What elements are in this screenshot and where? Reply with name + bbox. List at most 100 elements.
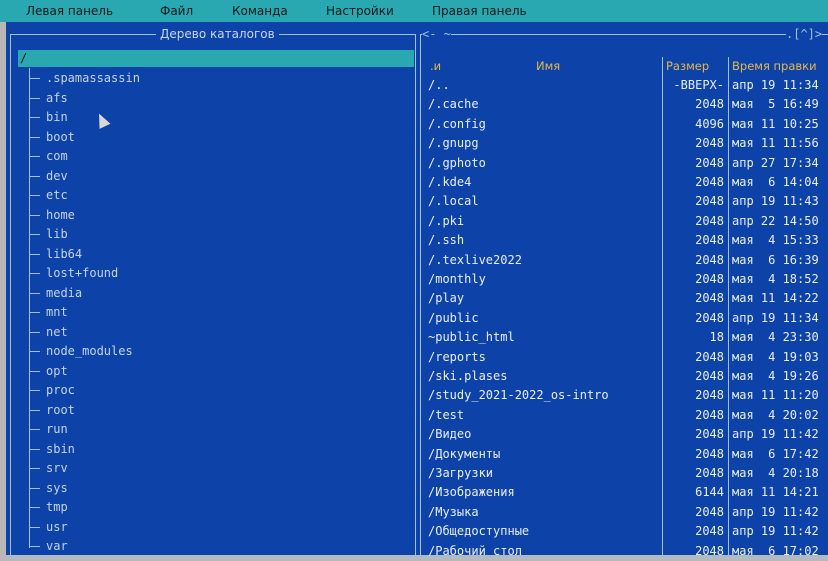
tree-item-label: dev bbox=[46, 168, 68, 183]
file-row[interactable]: /.gnupg 2048 мая 11 11:56 bbox=[428, 134, 824, 153]
tree-branch-line bbox=[29, 312, 40, 313]
tree-branch-line bbox=[29, 214, 40, 216]
tree-item[interactable]: media bbox=[29, 284, 82, 302]
tree-item[interactable]: proc bbox=[29, 381, 75, 399]
file-row[interactable]: /study_2021-2022_os-intro 2048 мая 11 11:2… bbox=[428, 386, 824, 405]
file-size: 2048 bbox=[695, 407, 724, 422]
file-row[interactable]: /.kde4 2048 мая 6 14:04 bbox=[428, 173, 824, 192]
tree-item[interactable]: dev bbox=[29, 167, 68, 185]
tree-item[interactable]: net bbox=[29, 323, 68, 341]
tree-item-label: tmp bbox=[46, 500, 68, 514]
menu-command[interactable]: Команда bbox=[232, 3, 288, 19]
tree-item[interactable]: lost+found bbox=[29, 264, 118, 282]
file-row[interactable]: /.local 2048 апр 19 11:43 bbox=[428, 192, 824, 211]
midnight-commander-window: Левая панель Файл Команда Настройки Прав… bbox=[0, 0, 828, 558]
file-size: 2048 bbox=[695, 504, 724, 519]
file-name: /Изображения bbox=[428, 485, 515, 500]
file-row[interactable]: /Общедоступные 2048 апр 19 11:42 bbox=[428, 522, 824, 541]
tree-item[interactable]: com bbox=[29, 147, 68, 165]
file-date: апр 19 11:42 bbox=[732, 524, 819, 539]
file-row[interactable]: /monthly 2048 мая 4 18:52 bbox=[428, 270, 824, 289]
tree-item[interactable]: lib64 bbox=[29, 245, 82, 263]
file-size: 2048 bbox=[695, 213, 724, 228]
tree-item-label: afs bbox=[46, 90, 68, 105]
tree-item[interactable]: sbin bbox=[29, 440, 75, 458]
tree-item[interactable]: var bbox=[29, 537, 68, 555]
tree-branch-line bbox=[29, 351, 40, 352]
file-row[interactable]: /.pki 2048 апр 22 14:50 bbox=[428, 212, 824, 231]
file-name: /.. bbox=[428, 78, 450, 92]
tree-item[interactable]: tmp bbox=[29, 498, 68, 516]
tree-item[interactable]: sys bbox=[29, 479, 68, 497]
file-row[interactable]: /ski.plases 2048 мая 4 19:26 bbox=[428, 367, 824, 386]
menu-right-panel[interactable]: Правая панель bbox=[432, 3, 527, 19]
tree-item-label: home bbox=[46, 207, 75, 222]
column-header-time[interactable]: Время правки bbox=[732, 57, 817, 75]
tree-branch-line bbox=[29, 468, 40, 469]
tree-item[interactable]: afs bbox=[29, 89, 68, 107]
file-name: /Документы bbox=[428, 446, 501, 461]
file-size: 2048 bbox=[695, 427, 724, 442]
file-row[interactable]: /.texlive2022 2048 мая 6 16:39 bbox=[428, 251, 824, 270]
file-row[interactable]: /Видео 2048 апр 19 11:42 bbox=[428, 425, 824, 444]
tree-item[interactable]: srv bbox=[29, 459, 68, 477]
tree-item[interactable]: run bbox=[29, 420, 68, 438]
file-row[interactable]: /test 2048 мая 4 20:02 bbox=[428, 406, 824, 425]
file-date: мая 11 11:56 bbox=[732, 136, 819, 151]
file-name: /monthly bbox=[428, 272, 486, 286]
menu-left-panel[interactable]: Левая панель bbox=[26, 3, 113, 19]
menu-settings[interactable]: Настройки bbox=[326, 3, 394, 19]
file-name: /.local bbox=[428, 194, 479, 209]
tree-item-label: proc bbox=[46, 383, 75, 397]
file-name: /Общедоступные bbox=[428, 524, 530, 539]
file-row[interactable]: /Изображения 6144 мая 11 14:21 bbox=[428, 483, 824, 502]
file-date: мая 4 15:33 bbox=[732, 233, 819, 248]
file-size: 2048 bbox=[695, 136, 724, 151]
file-date: апр 19 11:42 bbox=[732, 504, 819, 519]
menu-file[interactable]: Файл bbox=[160, 3, 193, 19]
tree-item[interactable]: etc bbox=[29, 186, 68, 204]
file-row[interactable]: /.cache 2048 мая 5 16:49 bbox=[428, 95, 824, 114]
file-date: мая 6 14:04 bbox=[732, 175, 819, 189]
file-date: мая 11 11:20 bbox=[732, 388, 819, 403]
tree-item[interactable]: home bbox=[29, 206, 75, 224]
file-row[interactable]: /public 2048 апр 19 11:34 bbox=[428, 309, 824, 328]
tree-item-label: lost+found bbox=[46, 266, 119, 280]
file-size: 2048 bbox=[695, 446, 724, 461]
file-row[interactable]: /reports 2048 мая 4 19:03 bbox=[428, 348, 824, 367]
tree-root-selected[interactable]: / bbox=[18, 50, 414, 67]
file-row[interactable]: /Музыка 2048 апр 19 11:42 bbox=[428, 503, 824, 522]
file-row[interactable]: /Документы 2048 мая 6 17:42 bbox=[428, 445, 824, 464]
tree-item[interactable]: lib bbox=[29, 225, 68, 243]
tree-item[interactable]: .spamassassin bbox=[29, 69, 140, 87]
tree-item[interactable]: opt bbox=[29, 362, 68, 380]
file-row[interactable]: /Рабочий стол 2048 мая 6 17:02 bbox=[428, 542, 824, 561]
file-row[interactable]: /Загрузки 2048 мая 4 20:18 bbox=[428, 464, 824, 483]
tree-branch-line bbox=[29, 156, 40, 157]
tree-branch-line bbox=[29, 253, 40, 255]
file-size: 2048 bbox=[695, 252, 724, 267]
tree-item-label: lib bbox=[46, 227, 68, 241]
file-row[interactable]: /play 2048 мая 11 14:22 bbox=[428, 289, 824, 308]
file-name: /public bbox=[428, 310, 479, 325]
column-header-size[interactable]: Размер bbox=[666, 57, 709, 75]
menu-bar: Левая панель Файл Команда Настройки Прав… bbox=[0, 0, 828, 22]
sort-indicator[interactable]: .и bbox=[430, 57, 441, 75]
file-size: 2048 bbox=[695, 155, 724, 170]
file-row[interactable]: ~public_html 18 мая 4 23:30 bbox=[428, 328, 824, 347]
file-size: 2048 bbox=[695, 349, 724, 364]
tree-item[interactable]: boot bbox=[29, 128, 75, 146]
column-header-name[interactable]: Имя bbox=[536, 57, 560, 75]
tree-item[interactable]: node_modules bbox=[29, 342, 133, 360]
right-panel-path[interactable]: <- ~ bbox=[422, 27, 451, 41]
file-row[interactable]: /.ssh 2048 мая 4 15:33 bbox=[428, 231, 824, 250]
right-panel-history-buttons[interactable]: .[^]> bbox=[786, 27, 823, 41]
tree-item[interactable]: root bbox=[29, 401, 75, 419]
file-row[interactable]: /.config 4096 мая 11 10:25 bbox=[428, 115, 824, 134]
file-row[interactable]: /.. -ВВЕРХ-апр 19 11:34 bbox=[428, 76, 824, 95]
file-row[interactable]: /.gphoto 2048 апр 27 17:34 bbox=[428, 154, 824, 173]
tree-branch-line bbox=[29, 429, 40, 430]
tree-item[interactable]: bin bbox=[29, 108, 68, 126]
tree-item[interactable]: mnt bbox=[29, 303, 68, 321]
tree-item[interactable]: usr bbox=[29, 518, 68, 536]
